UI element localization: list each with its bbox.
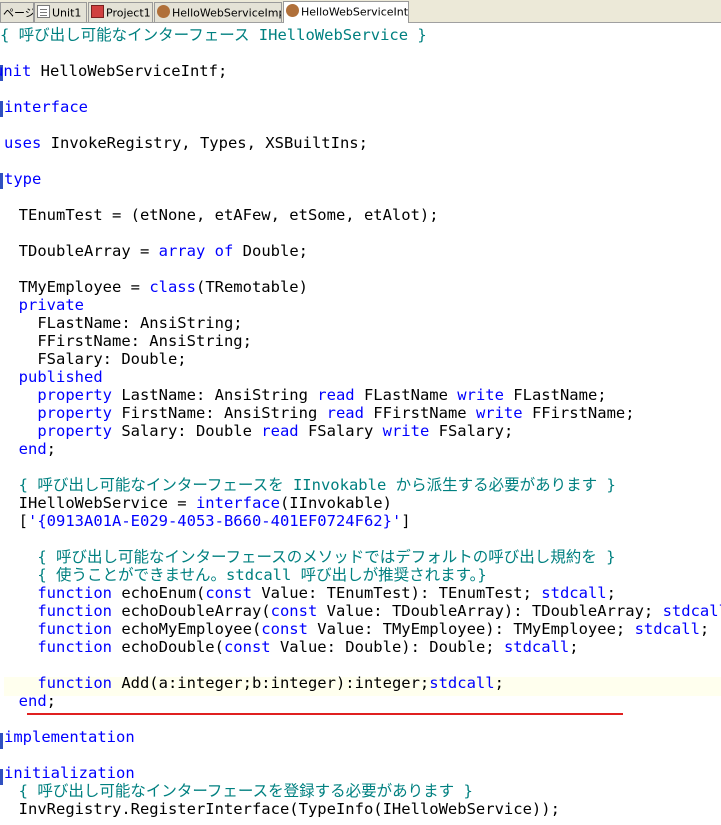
- code-line-22: property FirstName: AnsiString read FFir…: [0, 404, 635, 422]
- code-line-16: private: [0, 296, 84, 314]
- web-service-icon: [286, 4, 299, 17]
- code-line-38: end;: [0, 692, 57, 710]
- code-line-27: IHelloWebService = interface(IInvokable): [0, 494, 392, 512]
- red-underline-annotation: [27, 713, 623, 715]
- code-line-23: property Salary: Double read FSalary wri…: [0, 422, 514, 440]
- code-line-17: FLastName: AnsiString;: [0, 314, 243, 332]
- code-line-26: { 呼び出し可能なインターフェースを IInvokable から派生する必要があ…: [0, 476, 616, 494]
- unit-icon: [37, 5, 50, 18]
- code-line-31: { 使うことができません。stdcall 呼び出しが推奨されます。}: [0, 566, 487, 584]
- code-line-43: { 呼び出し可能なインターフェースを登録する必要があります }: [0, 782, 473, 800]
- code-line-19: FSalary: Double;: [0, 350, 187, 368]
- code-line-7: uses InvokeRegistry, Types, XSBuiltIns;: [4, 134, 368, 152]
- tab-page-label: ページ: [3, 6, 34, 20]
- code-line-24: end;: [0, 440, 57, 458]
- code-line-34: function echoMyEmployee(const Value: TMy…: [0, 620, 710, 638]
- code-line-40: implementation: [4, 728, 135, 746]
- code-line-32: function echoEnum(const Value: TEnumTest…: [0, 584, 616, 602]
- code-line-15: TMyEmployee = class(TRemotable): [0, 278, 308, 296]
- code-line-21: property LastName: AnsiString read FLast…: [0, 386, 607, 404]
- tab-hellowebserviceimpl-label: HelloWebServiceImpl: [172, 6, 282, 20]
- code-line-30: { 呼び出し可能なインターフェースのメソッドではデフォルトの呼び出し規約を }: [0, 548, 616, 566]
- code-line-11: TEnumTest = (etNone, etAFew, etSome, etA…: [0, 206, 439, 224]
- editor-tab-bar: ページ Unit1 Project1 HelloWebServiceImpl H…: [0, 0, 721, 23]
- tab-project1-label: Project1: [106, 6, 151, 20]
- project-icon: [91, 5, 104, 18]
- tab-hellowebserviceintf-label: HelloWebServiceIntf: [301, 5, 409, 19]
- tab-unit1-label: Unit1: [52, 6, 82, 20]
- code-line-28: ['{0913A01A-E029-4053-B660-401EF0724F62}…: [0, 512, 411, 530]
- tab-hellowebserviceimpl[interactable]: HelloWebServiceImpl: [154, 2, 282, 22]
- code-line-5: interface: [4, 98, 88, 116]
- code-line-33: function echoDoubleArray(const Value: TD…: [0, 602, 721, 620]
- code-line-1: { 呼び出し可能なインターフェース IHelloWebService }: [0, 26, 427, 44]
- code-line-18: FFirstName: AnsiString;: [0, 332, 252, 350]
- code-line-37: function Add(a:integer;b:integer):intege…: [0, 674, 504, 692]
- code-line-35: function echoDouble(const Value: Double)…: [0, 638, 579, 656]
- code-line-13: TDoubleArray = array of Double;: [0, 242, 308, 260]
- tab-unit1[interactable]: Unit1: [34, 2, 87, 22]
- code-line-42: initialization: [4, 764, 135, 782]
- tab-project1[interactable]: Project1: [88, 2, 153, 22]
- tab-hellowebserviceintf[interactable]: HelloWebServiceIntf: [283, 1, 409, 23]
- code-line-3: unit HelloWebServiceIntf;: [0, 62, 228, 80]
- tab-page[interactable]: ページ: [0, 2, 34, 22]
- code-editor[interactable]: { 呼び出し可能なインターフェース IHelloWebService } uni…: [0, 23, 721, 825]
- code-line-20: published: [0, 368, 103, 386]
- web-service-icon: [157, 5, 170, 18]
- code-line-44: InvRegistry.RegisterInterface(TypeInfo(I…: [0, 800, 560, 818]
- code-line-9: type: [4, 170, 42, 188]
